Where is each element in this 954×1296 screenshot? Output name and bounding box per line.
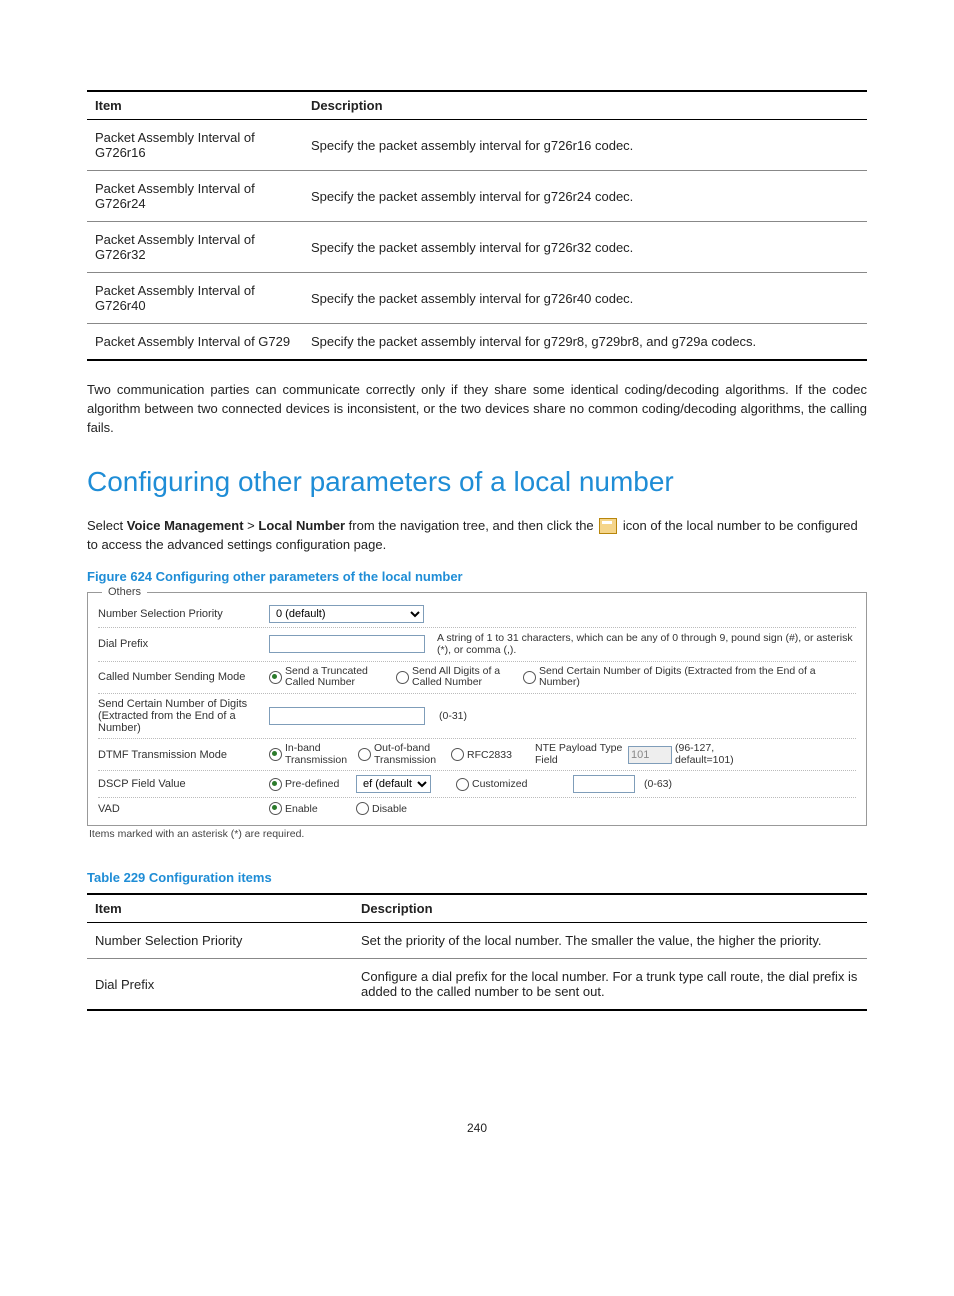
radio-dscp-customized[interactable] (456, 778, 469, 791)
table-row: Packet Assembly Interval of G726r24Speci… (87, 171, 867, 222)
col-item: Item (87, 894, 353, 923)
radio-vad-disable[interactable] (356, 802, 369, 815)
label-dial-prefix: Dial Prefix (98, 638, 263, 650)
input-dial-prefix[interactable] (269, 635, 425, 653)
select-dscp-predefined[interactable]: ef (default) (356, 775, 431, 793)
table-caption: Table 229 Configuration items (87, 870, 867, 885)
radio-vad-enable[interactable] (269, 802, 282, 815)
col-item: Item (87, 91, 303, 120)
figure-caption: Figure 624 Configuring other parameters … (87, 569, 867, 584)
table-packet-assembly: Item Description Packet Assembly Interva… (87, 90, 867, 361)
edit-icon (599, 518, 617, 534)
paragraph-codecs: Two communication parties can communicat… (87, 381, 867, 438)
hint-send-certain-digits: (0-31) (439, 710, 467, 722)
radio-send-all-digits[interactable] (396, 671, 409, 684)
label-number-selection-priority: Number Selection Priority (98, 608, 263, 620)
input-send-certain-digits[interactable] (269, 707, 425, 725)
nav-voice-management: Voice Management (127, 518, 244, 533)
label-called-number-sending-mode: Called Number Sending Mode (98, 671, 263, 683)
table-row: Packet Assembly Interval of G726r32Speci… (87, 222, 867, 273)
label-dscp-field-value: DSCP Field Value (98, 778, 263, 790)
hint-dscp: (0-63) (644, 778, 672, 790)
label-vad: VAD (98, 803, 263, 815)
figure-others-panel: Others Number Selection Priority 0 (defa… (87, 592, 867, 827)
col-description: Description (303, 91, 867, 120)
radio-send-truncated[interactable] (269, 671, 282, 684)
table-row: Dial PrefixConfigure a dial prefix for t… (87, 959, 867, 1011)
label-dtmf-transmission-mode: DTMF Transmission Mode (98, 749, 263, 761)
table-row: Number Selection PrioritySet the priorit… (87, 923, 867, 959)
intro-text: Select Voice Management > Local Number f… (87, 516, 867, 555)
radio-dtmf-rfc2833[interactable] (451, 748, 464, 761)
input-dscp-customized[interactable] (573, 775, 635, 793)
nav-local-number: Local Number (258, 518, 345, 533)
label-nte-payload: NTE Payload Type Field (535, 743, 625, 766)
page-number: 240 (87, 1121, 867, 1135)
table-row: Packet Assembly Interval of G726r40Speci… (87, 273, 867, 324)
fieldset-legend: Others (102, 586, 147, 598)
footnote-required: Items marked with an asterisk (*) are re… (89, 828, 867, 840)
table-config-items: Item Description Number Selection Priori… (87, 893, 867, 1011)
input-nte-payload[interactable] (628, 746, 672, 764)
select-number-selection-priority[interactable]: 0 (default) (269, 605, 424, 623)
hint-dial-prefix: A string of 1 to 31 characters, which ca… (437, 632, 856, 657)
table-row: Packet Assembly Interval of G729Specify … (87, 324, 867, 361)
hint-nte-payload: (96-127, default=101) (675, 743, 745, 766)
radio-send-certain-digits[interactable] (523, 671, 536, 684)
heading-configuring-other-params: Configuring other parameters of a local … (87, 466, 867, 498)
label-send-certain-digits: Send Certain Number of Digits (Extracted… (98, 698, 263, 734)
radio-dtmf-inband[interactable] (269, 748, 282, 761)
radio-dscp-predefined[interactable] (269, 778, 282, 791)
col-description: Description (353, 894, 867, 923)
radio-dtmf-outofband[interactable] (358, 748, 371, 761)
table-row: Packet Assembly Interval of G726r16Speci… (87, 120, 867, 171)
